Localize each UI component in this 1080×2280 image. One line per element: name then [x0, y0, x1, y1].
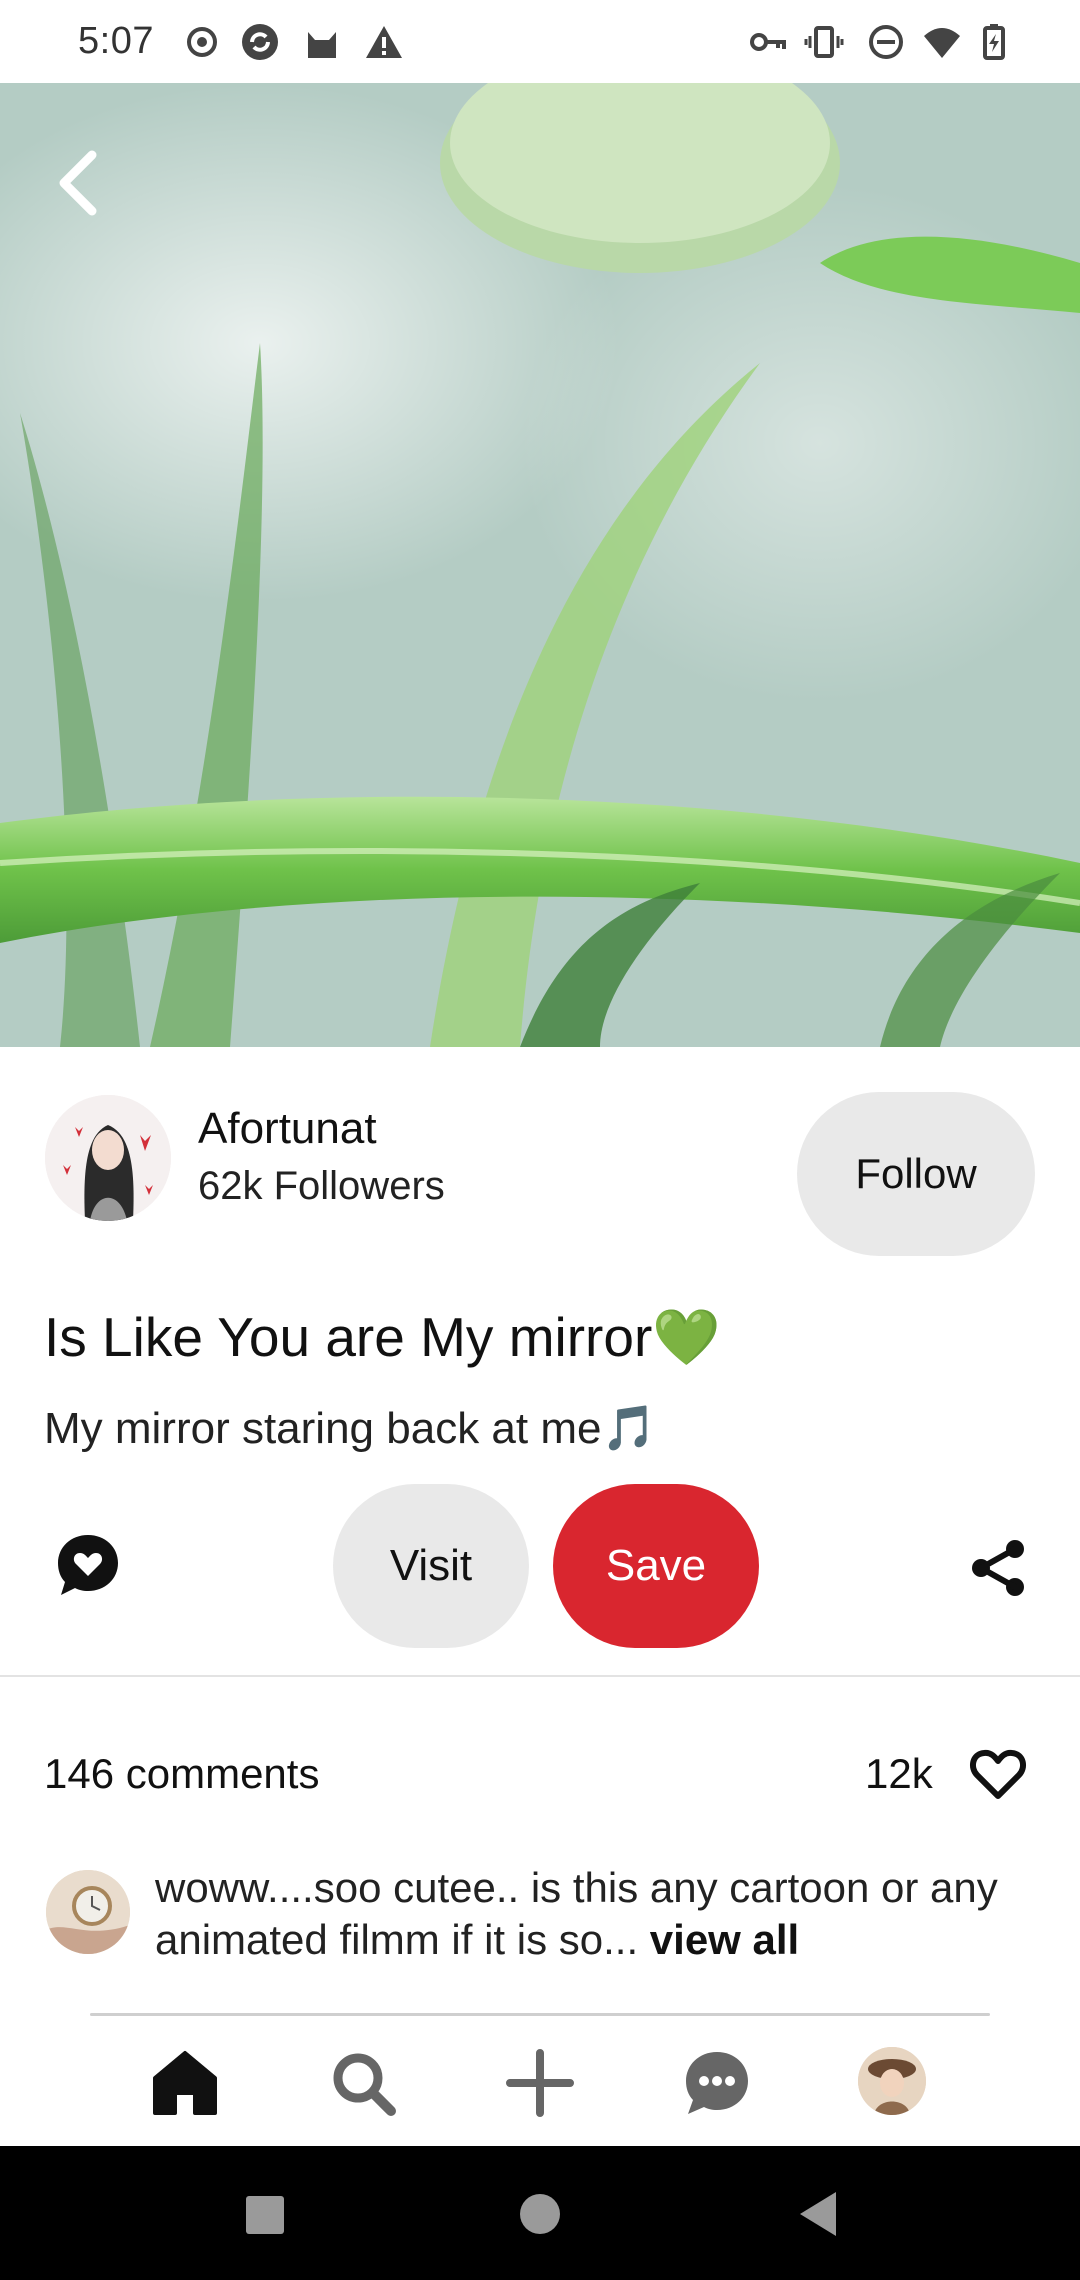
back-nav-button[interactable] [790, 2184, 850, 2244]
home-icon[interactable] [150, 2048, 220, 2118]
create-icon[interactable] [505, 2048, 575, 2118]
cat-icon [302, 22, 342, 62]
wifi-icon [922, 22, 962, 62]
likes-count: 12k [865, 1750, 933, 1797]
status-time: 5:07 [78, 20, 154, 62]
creator-avatar[interactable] [45, 1095, 171, 1221]
bottom-nav [0, 2020, 1080, 2146]
creator-name[interactable]: Afortunat [198, 1104, 377, 1154]
vibrate-icon [804, 22, 844, 62]
sync-icon [240, 22, 280, 62]
comment-body: woww....soo cutee.. is this any cartoon … [155, 1864, 998, 1963]
status-bar: 5:07 [0, 0, 1080, 83]
share-icon[interactable] [968, 1538, 1028, 1598]
heart-icon[interactable] [968, 1744, 1028, 1804]
home-button[interactable] [510, 2184, 570, 2244]
pin-image[interactable] [0, 83, 1080, 1047]
pin-description: My mirror staring back at me🎵 [44, 1404, 657, 1453]
pin-title: Is Like You are My mirror💚 [44, 1306, 721, 1368]
comment-text[interactable]: woww....soo cutee.. is this any cartoon … [155, 1862, 1035, 1966]
view-all-link[interactable]: view all [650, 1916, 799, 1963]
commenter-avatar[interactable] [46, 1870, 130, 1954]
profile-avatar[interactable] [858, 2047, 926, 2115]
back-button[interactable] [50, 143, 110, 223]
comment-heart-icon[interactable] [55, 1532, 121, 1598]
dnd-icon [866, 22, 906, 62]
system-navigation-bar [0, 2146, 1080, 2280]
section-divider [0, 1675, 1080, 1677]
chevron-left-icon [59, 150, 97, 216]
comments-count[interactable]: 146 comments [44, 1750, 319, 1798]
warning-icon [364, 22, 404, 62]
grass-illustration [0, 83, 1080, 1047]
recents-button[interactable] [234, 2184, 294, 2244]
visit-button[interactable]: Visit [333, 1484, 529, 1648]
messages-icon[interactable] [682, 2048, 752, 2118]
follow-button[interactable]: Follow [797, 1092, 1035, 1256]
search-icon[interactable] [328, 2048, 398, 2118]
vpn-key-icon [748, 22, 788, 62]
creator-row: Afortunat 62k Followers Follow [0, 1088, 1080, 1258]
creator-followers: 62k Followers [198, 1164, 445, 1208]
comments-separator [90, 2013, 990, 2016]
record-icon [182, 22, 222, 62]
battery-charging-icon [974, 22, 1014, 62]
save-button[interactable]: Save [553, 1484, 759, 1648]
